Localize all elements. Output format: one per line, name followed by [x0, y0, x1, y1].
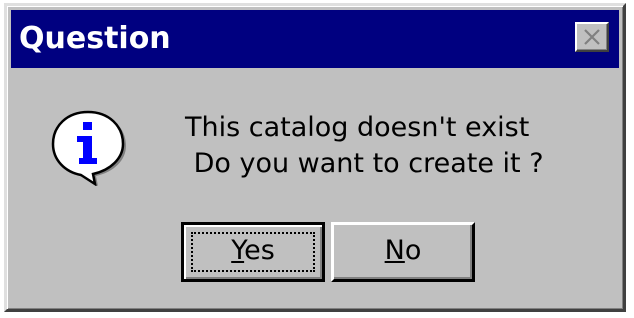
- close-button[interactable]: [575, 22, 609, 52]
- information-icon: [51, 110, 126, 186]
- question-dialog: Question This catalog doesn't exist Do y…: [4, 3, 626, 312]
- message-line-2: Do you want to create it ?: [185, 148, 544, 179]
- window-title: Question: [19, 21, 171, 56]
- close-icon: [584, 29, 600, 45]
- title-bar[interactable]: Question: [11, 10, 619, 68]
- no-label-rest: o: [404, 235, 422, 266]
- yes-button[interactable]: Yes: [181, 222, 325, 282]
- message-text: This catalog doesn't exist Do you want t…: [185, 110, 544, 182]
- no-button[interactable]: No: [331, 222, 475, 282]
- focus-ring: [191, 232, 315, 272]
- message-line-1: This catalog doesn't exist: [185, 112, 530, 143]
- no-accelerator: N: [384, 235, 405, 266]
